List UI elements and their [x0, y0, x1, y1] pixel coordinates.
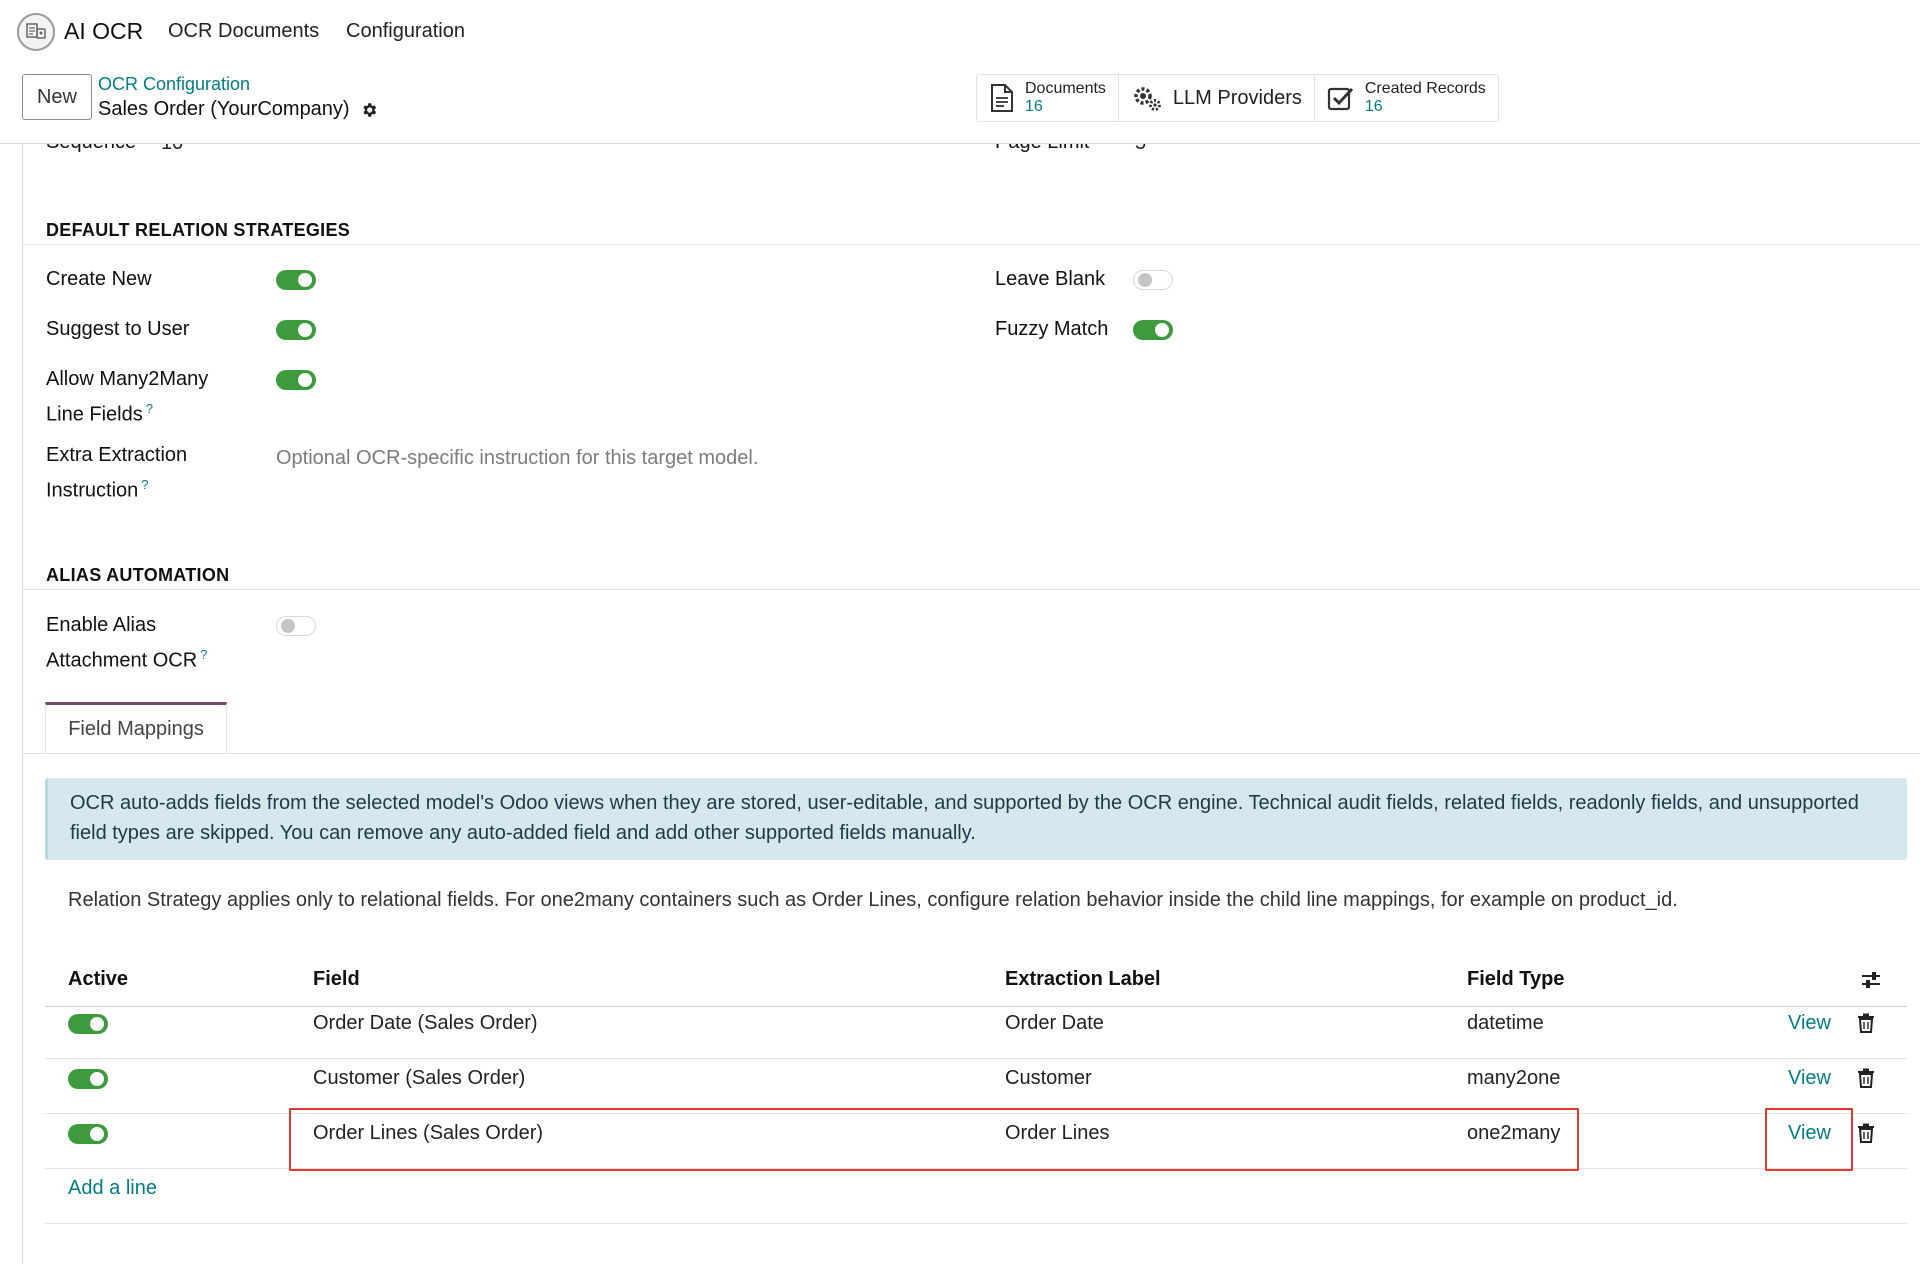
fuzzy-match-toggle[interactable]	[1133, 320, 1173, 340]
enable-alias-label: Enable Alias Attachment OCR?	[46, 611, 207, 676]
trash-icon[interactable]	[1857, 1013, 1875, 1033]
enable-alias-label-line1: Enable Alias	[46, 614, 157, 636]
page-limit-value[interactable]: 5	[1135, 144, 1146, 155]
breadcrumb[interactable]: OCR Configuration	[98, 74, 250, 95]
toggle-knob	[90, 1127, 104, 1141]
ai-ocr-app-icon[interactable]	[17, 13, 55, 51]
allow-many2many-toggle[interactable]	[276, 370, 316, 390]
section-divider	[23, 244, 1920, 245]
fuzzy-match-label: Fuzzy Match	[995, 318, 1109, 340]
row-field[interactable]: Customer (Sales Order)	[313, 1067, 525, 1090]
highlight-view-link	[1765, 1108, 1853, 1171]
toggle-knob	[298, 323, 312, 337]
enable-alias-toggle[interactable]	[276, 616, 316, 636]
smart-buttons: Documents 16 LLM Providers Created Recor…	[976, 74, 1499, 122]
toggle-knob	[281, 619, 295, 633]
section-divider	[23, 589, 1920, 590]
add-line-link[interactable]: Add a line	[68, 1177, 157, 1200]
row-view-link[interactable]: View	[1788, 1012, 1831, 1035]
document-scan-icon	[26, 23, 46, 39]
column-header-active[interactable]: Active	[68, 968, 128, 991]
help-tooltip-icon[interactable]: ?	[146, 401, 153, 416]
row-extraction-label[interactable]: Customer	[1005, 1067, 1092, 1090]
llm-providers-smart-button[interactable]: LLM Providers	[1119, 75, 1315, 121]
menu-configuration[interactable]: Configuration	[346, 20, 465, 43]
extra-extraction-input[interactable]: Optional OCR-specific instruction for th…	[276, 447, 758, 470]
allow-many2many-label-line1: Allow Many2Many	[46, 368, 209, 390]
new-button[interactable]: New	[22, 74, 92, 120]
info-alert: OCR auto-adds fields from the selected m…	[45, 778, 1907, 860]
section-default-relation-strategies: DEFAULT RELATION STRATEGIES	[46, 220, 351, 240]
toggle-knob	[298, 273, 312, 287]
relation-strategy-note: Relation Strategy applies only to relati…	[68, 889, 1678, 911]
app-name[interactable]: AI OCR	[64, 18, 143, 45]
extra-extraction-label: Extra Extraction Instruction?	[46, 441, 187, 506]
column-header-extraction-label[interactable]: Extraction Label	[1005, 968, 1161, 991]
table-bottom-divider	[45, 1223, 1907, 1224]
toggle-knob	[298, 373, 312, 387]
documents-label: Documents	[1025, 80, 1106, 97]
leave-blank-toggle[interactable]	[1133, 270, 1173, 290]
row-field-type[interactable]: datetime	[1467, 1012, 1544, 1035]
page-limit-label: Page Limit	[995, 144, 1090, 157]
documents-count: 16	[1025, 98, 1043, 115]
column-settings-icon[interactable]	[1861, 970, 1881, 990]
top-navbar: AI OCR OCR Documents Configuration	[0, 0, 1920, 64]
row-field[interactable]: Order Date (Sales Order)	[313, 1012, 538, 1035]
row-active-toggle[interactable]	[68, 1069, 108, 1089]
enable-alias-label-line2: Attachment OCR	[46, 649, 198, 672]
highlight-order-lines-row	[289, 1108, 1579, 1171]
toggle-knob	[90, 1072, 104, 1086]
row-divider	[45, 1058, 1907, 1059]
llm-providers-label: LLM Providers	[1172, 86, 1302, 109]
tab-field-mappings[interactable]: Field Mappings	[45, 702, 227, 754]
toggle-knob	[1138, 273, 1152, 287]
leave-blank-label: Leave Blank	[995, 268, 1106, 290]
tab-divider	[23, 753, 1920, 754]
allow-many2many-label: Allow Many2Many Line Fields?	[46, 365, 208, 430]
record-title: Sales Order (YourCompany)	[98, 98, 378, 121]
trash-icon[interactable]	[1857, 1123, 1875, 1143]
help-tooltip-icon[interactable]: ?	[200, 647, 207, 662]
sequence-value[interactable]: 10	[161, 144, 183, 155]
checkbox-checked-icon	[1327, 87, 1353, 111]
sequence-label: Sequence	[46, 144, 136, 157]
form-sheet: Sequence 10 Page Limit 5 DEFAULT RELATIO…	[22, 144, 1920, 1264]
create-new-label: Create New	[46, 268, 152, 290]
toggle-knob	[1155, 323, 1169, 337]
record-title-text: Sales Order (YourCompany)	[98, 98, 350, 120]
toggle-knob	[90, 1017, 104, 1031]
column-header-field-type[interactable]: Field Type	[1467, 968, 1564, 991]
section-alias-automation: ALIAS AUTOMATION	[46, 565, 230, 585]
menu-ocr-documents[interactable]: OCR Documents	[168, 20, 319, 43]
suggest-to-user-toggle[interactable]	[276, 320, 316, 340]
create-new-toggle[interactable]	[276, 270, 316, 290]
help-tooltip-icon[interactable]: ?	[141, 477, 148, 492]
suggest-to-user-label: Suggest to User	[46, 318, 190, 340]
gears-icon	[1134, 87, 1161, 111]
row-active-toggle[interactable]	[68, 1014, 108, 1034]
extra-extraction-label-line1: Extra Extraction	[46, 444, 188, 466]
documents-smart-button[interactable]: Documents 16	[977, 75, 1119, 121]
created-records-label: Created Records	[1364, 80, 1486, 97]
control-panel: New OCR Configuration Sales Order (YourC…	[0, 64, 1920, 144]
row-active-toggle[interactable]	[68, 1124, 108, 1144]
column-header-field[interactable]: Field	[313, 968, 360, 991]
row-field-type[interactable]: many2one	[1467, 1067, 1560, 1090]
document-icon	[991, 84, 1013, 112]
row-extraction-label[interactable]: Order Date	[1005, 1012, 1104, 1035]
gear-icon[interactable]	[360, 101, 378, 119]
created-records-count: 16	[1364, 98, 1383, 115]
extra-extraction-label-line2: Instruction	[46, 479, 139, 502]
table-header-divider	[45, 1006, 1907, 1007]
trash-icon[interactable]	[1857, 1068, 1875, 1088]
row-view-link[interactable]: View	[1788, 1067, 1831, 1090]
allow-many2many-label-line2: Line Fields	[46, 403, 143, 426]
created-records-smart-button[interactable]: Created Records 16	[1315, 75, 1498, 121]
